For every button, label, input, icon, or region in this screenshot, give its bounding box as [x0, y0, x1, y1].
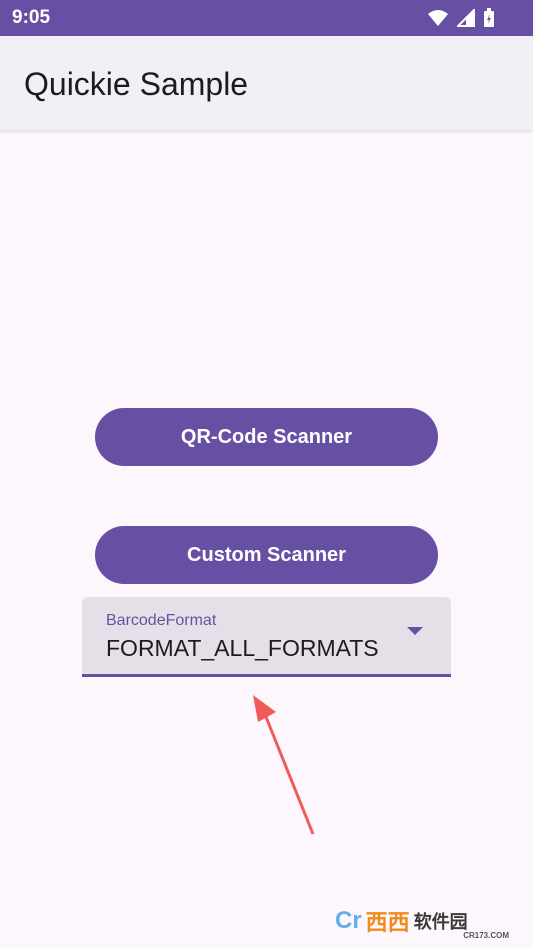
watermark-brand: 西西	[365, 910, 410, 935]
watermark-suffix: 软件园	[413, 912, 468, 932]
watermark-logo: Cr 西西 软件园 CR173.COM	[335, 902, 515, 940]
watermark-prefix: Cr	[335, 907, 362, 934]
annotation-arrow-icon	[253, 695, 315, 835]
watermark-url: CR173.COM	[463, 931, 509, 940]
